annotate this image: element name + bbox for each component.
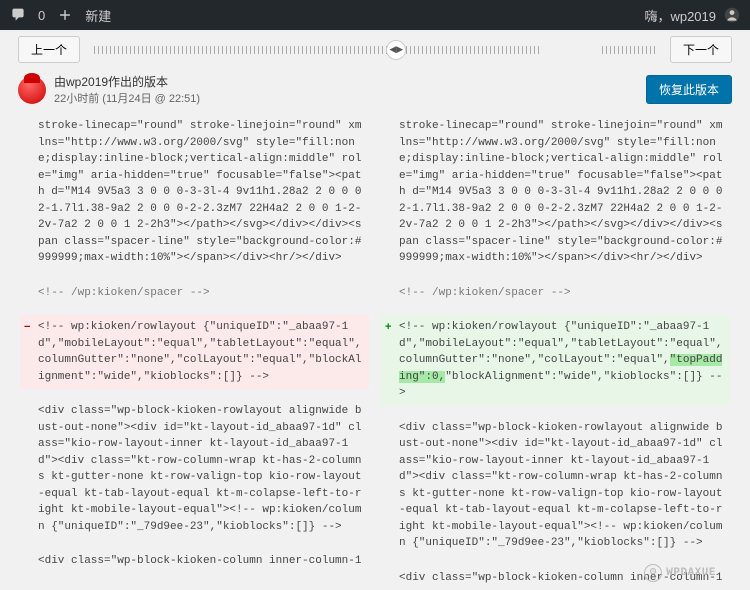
removed-block: − <!-- wp:kioken/rowlayout {"uniqueID":"… — [20, 315, 369, 389]
author-block: 由wp2019作出的版本 22小时前 (11月24日 @ 22:51) — [18, 73, 200, 106]
slider-ticks — [94, 46, 542, 54]
next-button[interactable]: 下一个 — [670, 36, 732, 63]
avatar — [18, 76, 46, 104]
diff-area: stroke-linecap="round" stroke-linejoin="… — [0, 114, 750, 590]
revision-slider[interactable]: ◀▶ — [94, 45, 656, 55]
restore-button[interactable]: 恢复此版本 — [646, 75, 732, 104]
admin-bar-right: 嗨，wp2019 — [644, 6, 740, 25]
watermark-text: WPDAXUE — [666, 565, 716, 582]
revision-header: 由wp2019作出的版本 22小时前 (11月24日 @ 22:51) 恢复此版… — [0, 69, 750, 114]
diff-right: stroke-linecap="round" stroke-linejoin="… — [375, 114, 736, 590]
revision-nav: 上一个 ◀▶ 下一个 — [0, 30, 750, 69]
slider-ticks-right — [602, 46, 656, 54]
diff-left: stroke-linecap="round" stroke-linejoin="… — [14, 114, 375, 590]
comment-count[interactable]: 0 — [38, 8, 45, 23]
added-code-post: "blockAlignment":"wide","kioblocks":[]} … — [399, 371, 722, 400]
slider-handle[interactable]: ◀▶ — [386, 40, 406, 60]
prev-button[interactable]: 上一个 — [18, 36, 80, 63]
code-comment: <!-- /wp:kioken/spacer --> — [381, 281, 730, 306]
code-comment: <!-- /wp:kioken/spacer --> — [20, 281, 369, 306]
plus-icon[interactable] — [57, 7, 73, 23]
watermark: ⊙ WPDAXUE — [644, 564, 716, 582]
admin-bar: 0 新建 嗨，wp2019 — [0, 0, 750, 30]
new-link[interactable]: 新建 — [85, 6, 111, 25]
avatar-small-icon[interactable] — [724, 7, 740, 23]
code-line: <div class="wp-block-kioken-rowlayout al… — [381, 416, 730, 556]
plus-icon: + — [385, 319, 391, 336]
author-text-block: 由wp2019作出的版本 22小时前 (11月24日 @ 22:51) — [54, 73, 200, 106]
minus-icon: − — [24, 319, 30, 336]
comment-icon[interactable] — [10, 7, 26, 23]
code-line: <div class="wp-block-kioken-column inner… — [20, 549, 369, 574]
code-line: stroke-linecap="round" stroke-linejoin="… — [20, 114, 369, 271]
removed-code: <!-- wp:kioken/rowlayout {"uniqueID":"_a… — [38, 321, 361, 383]
code-line: <div class="wp-block-kioken-rowlayout al… — [20, 399, 369, 539]
watermark-icon: ⊙ — [644, 564, 662, 582]
code-line: stroke-linecap="round" stroke-linejoin="… — [381, 114, 730, 271]
added-block: + <!-- wp:kioken/rowlayout {"uniqueID":"… — [381, 315, 730, 406]
author-line: 由wp2019作出的版本 — [54, 73, 200, 90]
greeting[interactable]: 嗨，wp2019 — [644, 6, 716, 25]
admin-bar-left: 0 新建 — [10, 6, 111, 25]
revision-meta: 22小时前 (11月24日 @ 22:51) — [54, 90, 200, 106]
